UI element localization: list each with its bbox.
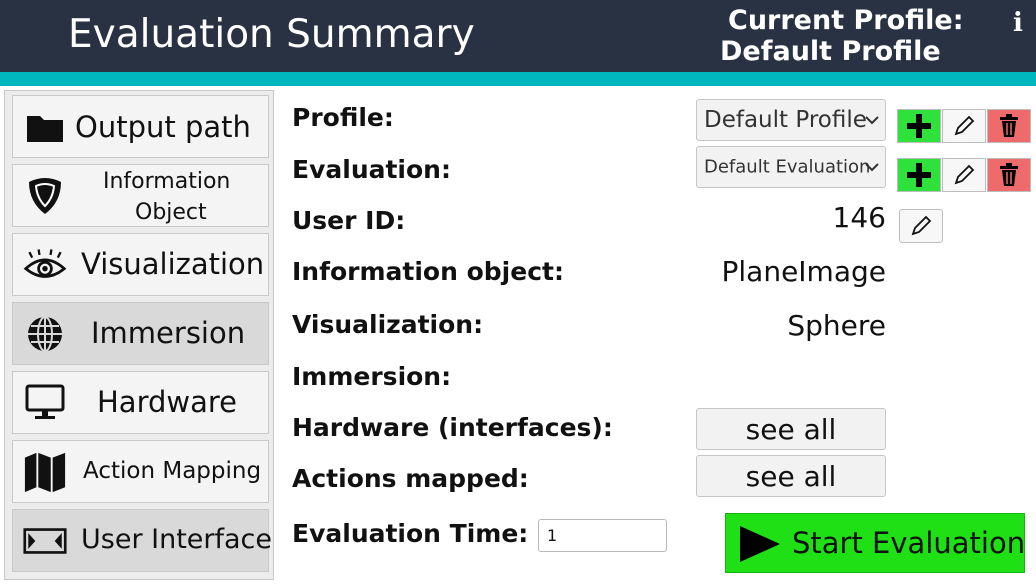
sidebar-item-information-object[interactable]: Information Object [12, 164, 269, 227]
edit-user-id-button[interactable] [899, 209, 943, 243]
sidebar-item-hardware[interactable]: Hardware [12, 371, 269, 434]
delete-evaluation-button[interactable] [987, 158, 1031, 192]
user-id-label: User ID: [292, 206, 406, 235]
sidebar-item-user-interface[interactable]: User Interface [12, 509, 273, 572]
folder-icon [23, 106, 67, 148]
add-evaluation-button[interactable] [897, 158, 941, 192]
sidebar-item-label: Output path [75, 110, 251, 144]
header: Evaluation Summary Current Profile: Defa… [0, 0, 1036, 72]
sidebar: Output path Information Object Visualiza… [4, 90, 274, 580]
evaluation-select-value: Default Evaluation [704, 156, 871, 178]
actions-see-all-button[interactable]: see all [696, 455, 886, 497]
visualization-label: Visualization: [292, 310, 484, 339]
evaluation-time-input[interactable] [538, 519, 667, 552]
sidebar-item-label: Action Mapping [83, 458, 262, 484]
monitor-icon [23, 382, 67, 424]
plus-icon [907, 114, 931, 138]
edit-evaluation-button[interactable] [942, 158, 986, 192]
sidebar-item-label-line1: Information [103, 169, 231, 194]
chevron-down-icon [865, 116, 879, 125]
sidebar-item-visualization[interactable]: Visualization [12, 233, 269, 296]
start-evaluation-label: Start Evaluation [792, 526, 1026, 560]
hardware-see-all-button[interactable]: see all [696, 408, 886, 450]
profile-label: Profile: [292, 103, 394, 132]
current-profile-name: Default Profile [720, 36, 941, 67]
add-profile-button[interactable] [897, 109, 941, 143]
evaluation-label: Evaluation: [292, 155, 451, 184]
actions-mapped-label: Actions mapped: [292, 464, 529, 493]
sidebar-item-label-line2: Object [135, 200, 207, 225]
user-id-value: 146 [832, 201, 886, 234]
header-accent-bar [0, 72, 1036, 86]
evaluation-time-label: Evaluation Time: [292, 519, 529, 548]
globe-icon [23, 313, 67, 355]
delete-profile-button[interactable] [987, 109, 1031, 143]
profile-select-value: Default Profile [704, 107, 867, 133]
hardware-label: Hardware (interfaces): [292, 413, 613, 442]
chevron-down-icon [865, 163, 879, 172]
sidebar-item-immersion[interactable]: Immersion [12, 302, 269, 365]
trash-icon [1000, 163, 1018, 186]
shield-icon [23, 175, 67, 217]
info-icon[interactable]: i [1006, 6, 1030, 40]
plus-icon [907, 163, 931, 187]
sidebar-item-action-mapping[interactable]: Action Mapping [12, 440, 269, 503]
profile-select[interactable]: Default Profile [696, 99, 886, 141]
sidebar-item-label: Visualization [81, 247, 265, 281]
sidebar-item-label: Hardware [97, 385, 238, 419]
start-evaluation-button[interactable]: Start Evaluation [725, 513, 1025, 573]
trash-icon [1000, 114, 1018, 137]
pencil-icon [954, 164, 975, 185]
visualization-value: Sphere [787, 309, 886, 342]
pencil-icon [911, 215, 932, 236]
current-profile-label: Current Profile: [728, 5, 964, 36]
evaluation-select[interactable]: Default Evaluation [696, 146, 886, 188]
information-object-label: Information object: [292, 257, 564, 286]
edit-profile-button[interactable] [942, 109, 986, 143]
map-icon [23, 451, 67, 493]
sidebar-item-output-path[interactable]: Output path [12, 95, 269, 158]
information-object-value: PlaneImage [721, 255, 887, 288]
play-icon [740, 526, 780, 562]
eye-icon [23, 244, 67, 286]
sidebar-item-label: User Interface [81, 524, 273, 555]
sidebar-item-label: Immersion [91, 316, 246, 350]
immersion-label: Immersion: [292, 362, 452, 391]
page-title: Evaluation Summary [68, 12, 475, 57]
pencil-icon [954, 115, 975, 136]
frame-icon [23, 520, 67, 562]
